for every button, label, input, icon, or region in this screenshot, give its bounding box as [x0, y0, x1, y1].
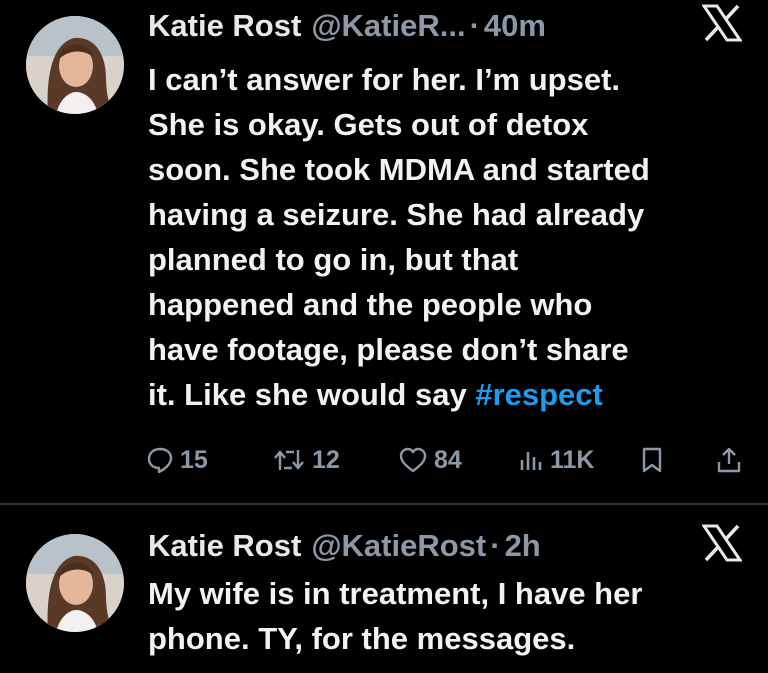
bookmark-icon [642, 447, 662, 473]
bookmark-button[interactable] [640, 440, 664, 480]
tweet-text-line: happened and the people who [148, 287, 593, 322]
like-icon [399, 447, 427, 473]
reply-icon [147, 447, 173, 474]
tweet-text-line: it. Like she would say #respect [148, 372, 748, 417]
author-handle[interactable]: @KatieRost [311, 528, 486, 564]
timestamp[interactable]: 2h [505, 528, 541, 564]
tweet-text-line: My wife is in treatment, I have her [148, 576, 643, 611]
author-handle[interactable]: @KatieR... [311, 8, 465, 44]
separator-dot: · [469, 8, 480, 43]
like-button[interactable]: 84 [398, 440, 462, 480]
tweet-text-line: planned to go in, but that [148, 242, 519, 277]
hashtag-link[interactable]: #respect [475, 377, 603, 412]
tweet[interactable]: Katie Rost @KatieRost · 2h My wife is in… [0, 506, 768, 673]
tweet-text-line: having a seizure. She had already [148, 197, 645, 232]
tweet-header: Katie Rost @KatieRost · 2h [148, 526, 541, 566]
x-logo-icon [701, 524, 743, 572]
action-bar: 15 12 84 11K [146, 440, 746, 480]
reply-count: 15 [180, 445, 208, 474]
author-name[interactable]: Katie Rost [148, 8, 301, 44]
reply-button[interactable]: 15 [146, 440, 208, 480]
repost-icon [274, 450, 304, 470]
share-button[interactable] [716, 440, 742, 480]
tweet-text-line: phone. TY, for the messages. [148, 621, 576, 656]
tweet[interactable]: Katie Rost @KatieR... · 40m I can’t answ… [0, 0, 768, 503]
tweet-text-line: I can’t answer for her. I’m upset. [148, 62, 621, 97]
tweet-text-line: She is okay. Gets out of detox [148, 107, 589, 142]
timestamp[interactable]: 40m [484, 8, 546, 44]
share-icon [717, 447, 741, 473]
tweet-header: Katie Rost @KatieR... · 40m [148, 6, 546, 46]
repost-count: 12 [312, 445, 340, 474]
repost-button[interactable]: 12 [272, 440, 340, 480]
divider [0, 503, 768, 505]
tweet-text-fragment: it. Like she would say [148, 377, 476, 412]
views-count: 11K [550, 445, 595, 474]
avatar[interactable] [26, 16, 124, 114]
like-count: 84 [434, 445, 462, 474]
x-logo-icon [701, 4, 743, 52]
views-icon [520, 452, 542, 470]
avatar[interactable] [26, 534, 124, 632]
separator-dot: · [490, 528, 501, 563]
tweet-text: My wife is in treatment, I have her phon… [148, 571, 748, 661]
tweet-text-line: soon. She took MDMA and started [148, 152, 650, 187]
author-name[interactable]: Katie Rost [148, 528, 301, 564]
views-button[interactable]: 11K [518, 440, 594, 480]
tweet-text: I can’t answer for her. I’m upset. She i… [148, 57, 748, 417]
tweet-text-line: have footage, please don’t share [148, 332, 629, 367]
